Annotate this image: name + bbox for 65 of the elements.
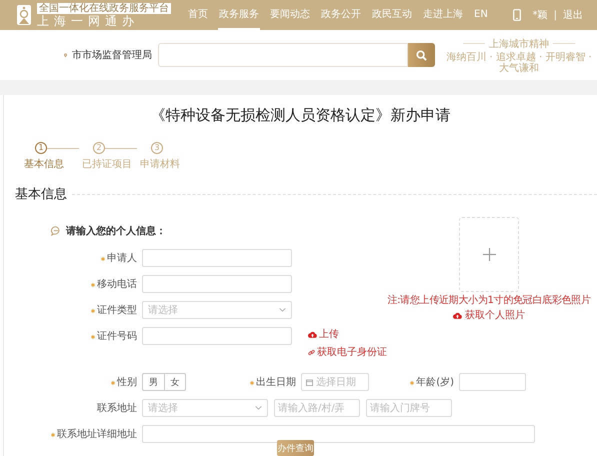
nav-link[interactable]: 走进上海 (422, 0, 464, 30)
get-photo-link[interactable]: 获取个人照片 (453, 308, 525, 322)
logout-link[interactable]: 退出 (563, 8, 583, 22)
date-field[interactable]: 选择日期 (301, 373, 369, 391)
field-label: 联系地址 (97, 402, 137, 415)
prompt-text: 请输入您的个人信息： (66, 224, 166, 238)
step-label[interactable]: 申请材料 (140, 157, 195, 171)
select-field[interactable]: 请选择 (142, 399, 268, 417)
nav-link[interactable]: EN (473, 0, 489, 30)
section-title: 基本信息 (15, 186, 67, 203)
search-button[interactable] (408, 43, 435, 67)
phone-icon[interactable] (512, 9, 521, 21)
field-label: 移动电话 (97, 278, 137, 291)
location-pin-icon (64, 50, 67, 60)
page-title: 《特种设备无损检测人员资格认定》新办申请 (150, 105, 452, 124)
calendar-icon (306, 378, 313, 386)
separator: | (554, 10, 557, 20)
plus-icon (482, 248, 496, 261)
text-field[interactable] (142, 327, 292, 345)
step-label[interactable]: 基本信息 (24, 157, 79, 171)
department-label[interactable]: 市市场监督管理局 (72, 48, 152, 62)
slogan-title: 上海城市精神 (489, 38, 549, 50)
text-field[interactable] (142, 275, 292, 293)
upload-link[interactable]: 上传 (308, 327, 387, 341)
text-field[interactable]: 请输入门牌号 (366, 399, 452, 417)
cloud-upload-icon (308, 330, 317, 338)
text-field[interactable] (142, 425, 535, 443)
logo-icon (17, 5, 31, 25)
logo-name: 上海一网通办 (37, 14, 140, 28)
text-field[interactable]: 请输入路/村/弄 (274, 399, 360, 417)
text-field[interactable] (142, 249, 292, 267)
search-field[interactable] (158, 43, 408, 67)
gender-option[interactable]: 女 (164, 373, 186, 391)
field-label: 证件类型 (97, 304, 137, 317)
nav-link[interactable]: 首页 (187, 0, 209, 30)
chat-icon (51, 226, 61, 236)
photo-note: 注:请您上传近期大小为1寸的免冠白底彩色照片 (386, 295, 592, 306)
query-button[interactable]: 办件查询 (277, 440, 314, 456)
link-icon (308, 348, 315, 356)
select-field[interactable]: 请选择 (142, 301, 292, 319)
logo-tagline: 全国一体化在线政务服务平台 (37, 2, 171, 14)
link[interactable]: 获取电子身份证 (308, 345, 387, 359)
photo-upload-box[interactable] (459, 217, 519, 292)
field-label: 申请人 (107, 252, 137, 265)
chevron-down-icon (279, 308, 286, 312)
chevron-down-icon (255, 406, 262, 410)
step-number[interactable]: 3 (151, 142, 163, 154)
field-label: 性别 (117, 376, 137, 389)
search-icon (416, 50, 427, 60)
field-label: 年龄(岁) (416, 376, 454, 389)
user-name[interactable]: *颖 (532, 8, 548, 22)
nav-link[interactable]: 政务公开 (320, 0, 362, 30)
field-label: 证件号码 (97, 330, 137, 343)
step-number[interactable]: 1 (35, 142, 47, 154)
nav-link[interactable]: 政务服务 (218, 0, 260, 30)
nav-link[interactable]: 要闻动态 (269, 0, 311, 30)
text-field[interactable] (459, 373, 526, 391)
field-label: 出生日期 (256, 376, 296, 389)
field-label: 联系地址详细地址 (57, 428, 137, 441)
cloud-upload-icon (453, 312, 462, 318)
step-number[interactable]: 2 (93, 142, 105, 154)
nav-link[interactable]: 政民互动 (371, 0, 413, 30)
gender-option[interactable]: 男 (142, 373, 164, 391)
slogan-subtitle: 海纳百川 · 追求卓越 · 开明睿智 · 大气谦和 (445, 52, 593, 74)
step-label[interactable]: 已持证项目 (82, 157, 137, 171)
